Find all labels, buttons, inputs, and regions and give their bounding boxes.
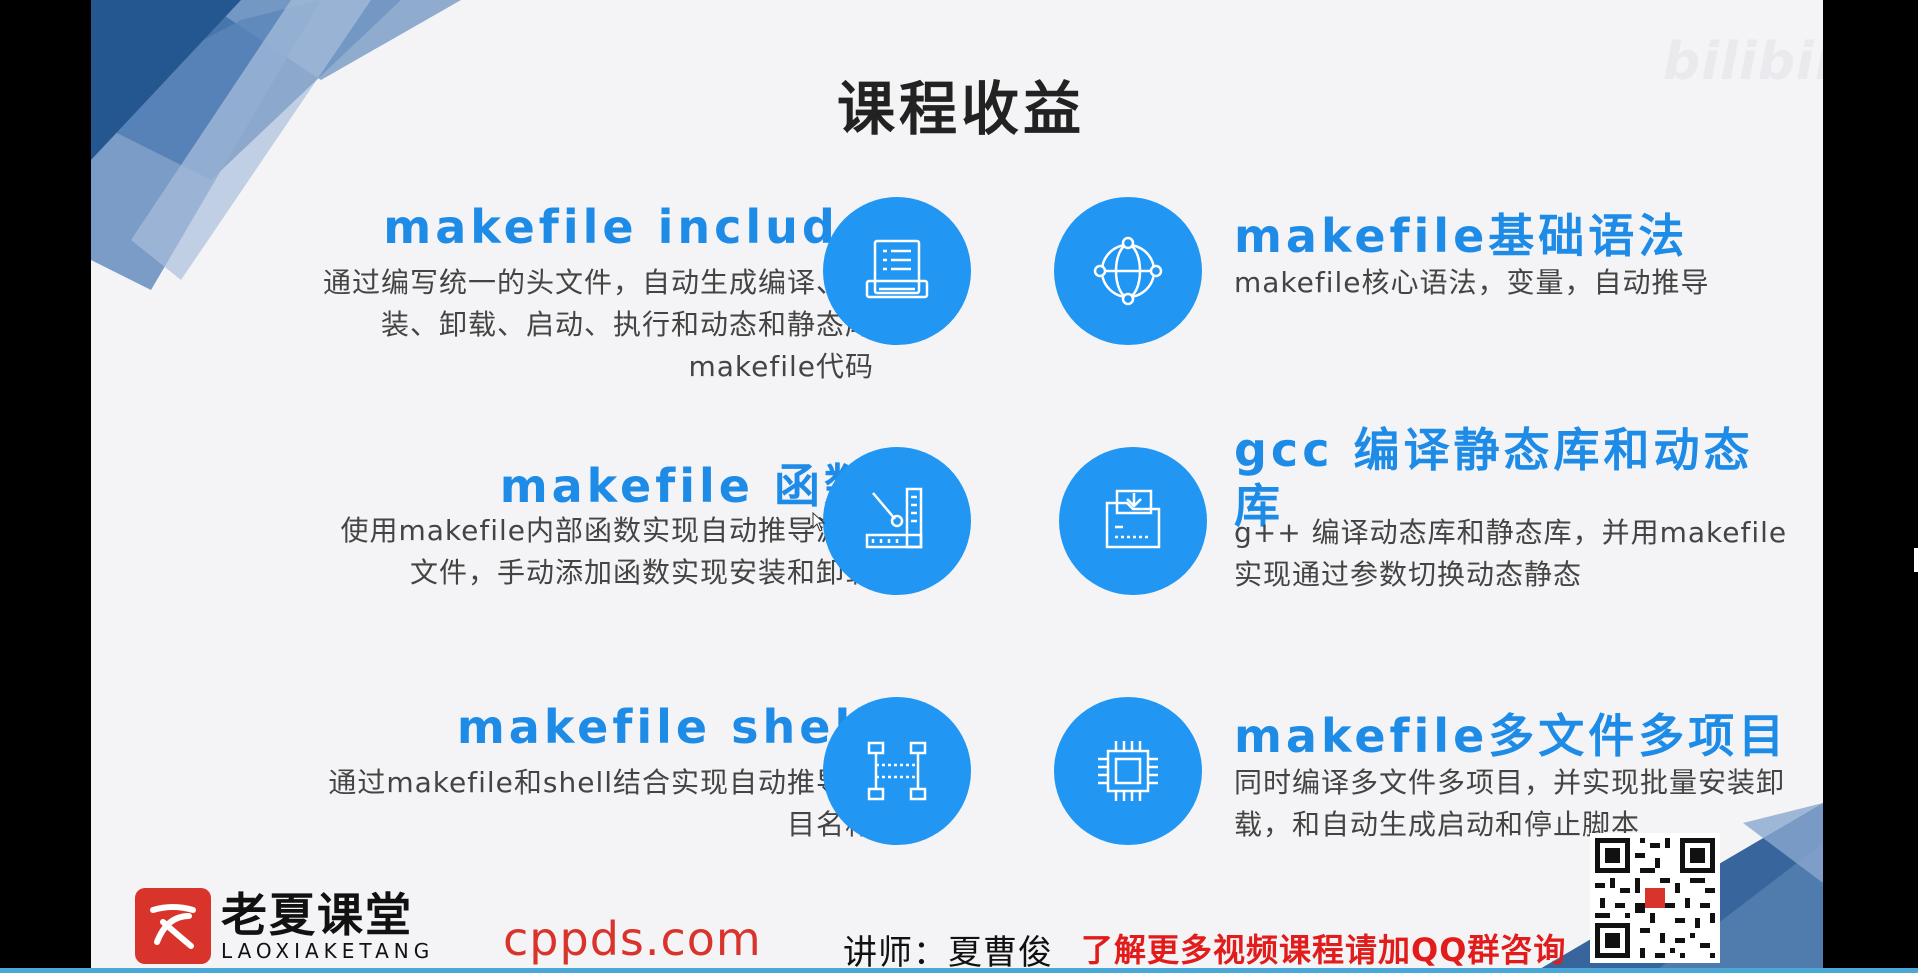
decorative-shapes-top-left bbox=[91, 0, 461, 290]
item-heading-basic-syntax: makefile基础语法 bbox=[1234, 209, 1689, 263]
site-url: cppds.com bbox=[503, 912, 762, 966]
brand-logo: 老夏课堂 LAOXIAKETANG bbox=[135, 888, 434, 964]
item-heading-functions: makefile 函数 bbox=[499, 459, 874, 513]
item-desc-shell: 通过makefile和shell结合实现自动推导项目名称 bbox=[328, 766, 874, 841]
video-frame: bilibili 课程收益 makefile include 通过编写统一的头文… bbox=[0, 0, 1918, 973]
mouse-cursor-icon bbox=[812, 512, 826, 532]
slide-title: 课程收益 bbox=[836, 75, 1085, 143]
item-desc-gcc-libs: g++ 编译动态库和静态库，并用makefile实现通过参数切换动态静态 bbox=[1234, 516, 1788, 591]
progress-bar[interactable] bbox=[0, 968, 1918, 973]
document-list-icon bbox=[823, 197, 971, 345]
item-desc-basic-syntax: makefile核心语法，变量，自动推导 bbox=[1234, 266, 1710, 299]
design-tools-icon bbox=[823, 447, 971, 595]
brand-name-en: LAOXIAKETANG bbox=[221, 939, 435, 963]
item-heading-include: makefile include bbox=[383, 200, 874, 254]
slide: bilibili 课程收益 makefile include 通过编写统一的头文… bbox=[91, 0, 1823, 973]
item-desc-include: 通过编写统一的头文件，自动生成编译、安装、卸载、启动、执行和动态和静态库make… bbox=[322, 266, 874, 383]
item-heading-multi-project: makefile多文件多项目 bbox=[1234, 709, 1789, 763]
qr-code-icon bbox=[1590, 833, 1720, 963]
item-heading-shell: makefile shell bbox=[456, 700, 874, 754]
edge-marker bbox=[1914, 548, 1918, 572]
cpu-chip-icon bbox=[1054, 697, 1202, 845]
promo-text: 了解更多视频课程请加QQ群咨询 bbox=[1081, 931, 1567, 969]
item-desc-functions: 使用makefile内部函数实现自动推导源码文件，手动添加函数实现安装和卸载 bbox=[340, 514, 874, 589]
brand-logo-text: 老夏课堂 LAOXIAKETANG bbox=[221, 890, 434, 962]
brand-name-cn: 老夏课堂 bbox=[221, 888, 413, 942]
brand-logo-mark-icon bbox=[135, 888, 211, 964]
teacher-label: 讲师：夏曹俊 bbox=[843, 933, 1053, 973]
globe-network-icon bbox=[1054, 197, 1202, 345]
folder-download-icon bbox=[1059, 447, 1207, 595]
network-nodes-icon bbox=[823, 697, 971, 845]
